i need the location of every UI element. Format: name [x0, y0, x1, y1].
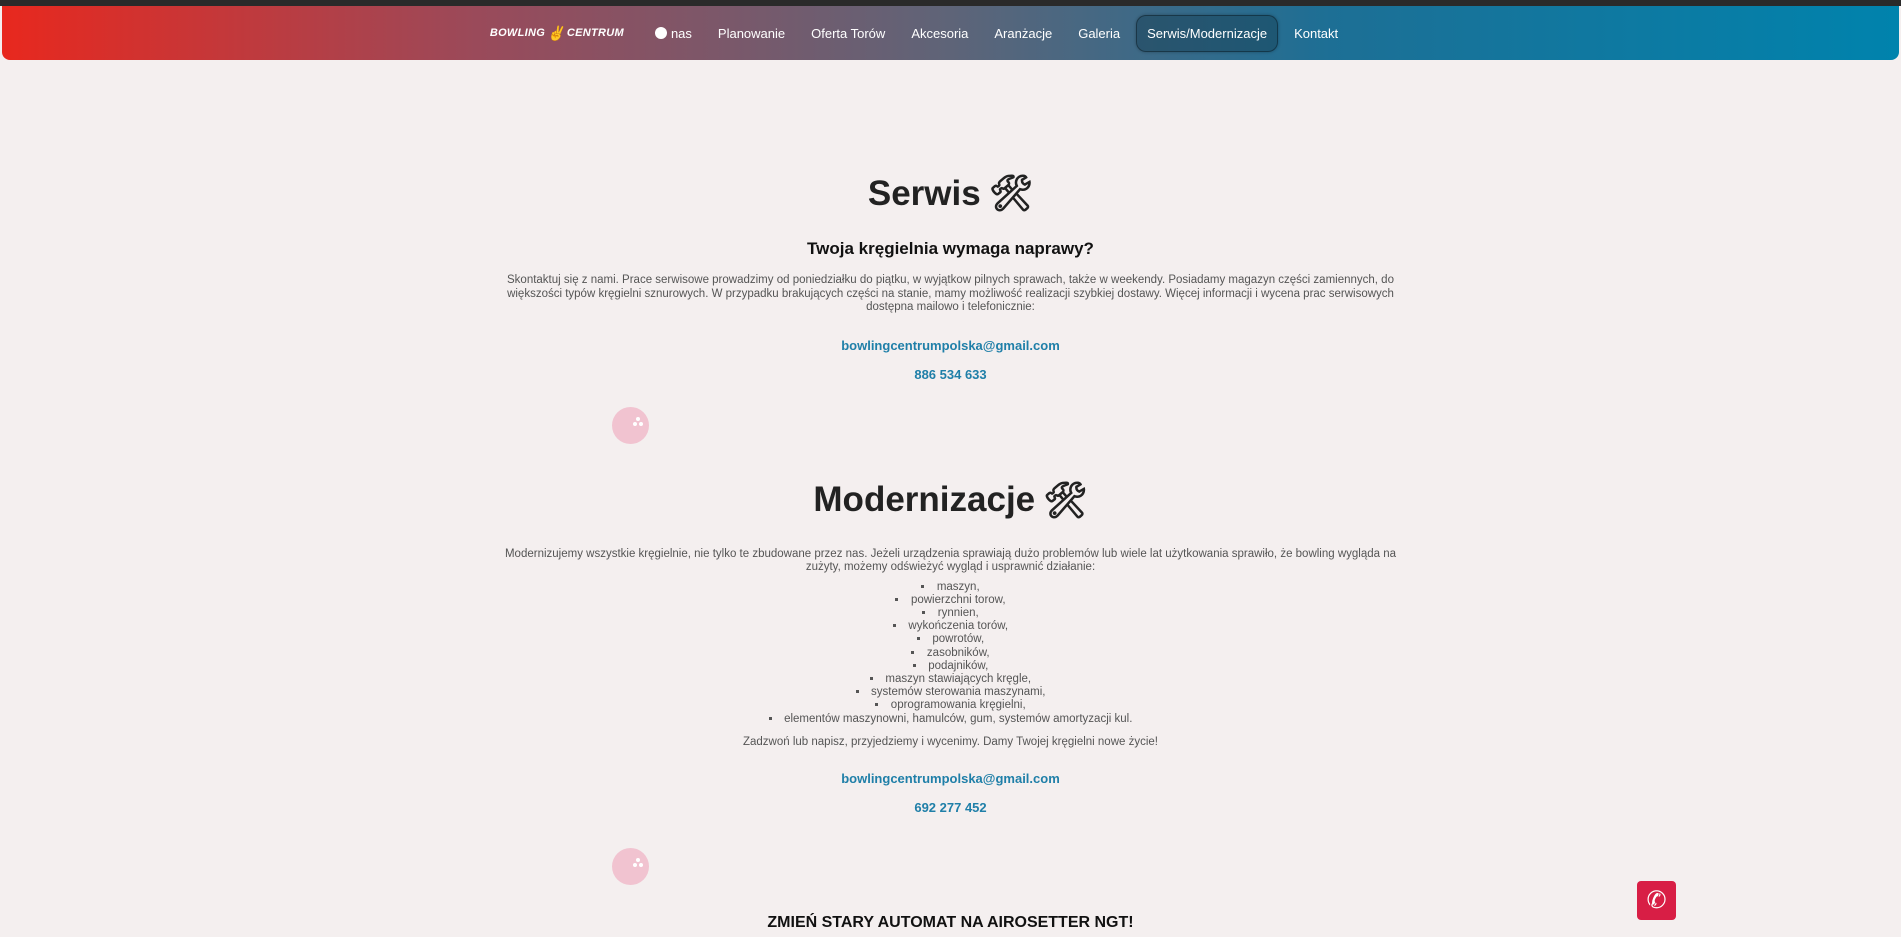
modernizacje-title: Modernizacje	[813, 480, 1036, 519]
modernizacje-text: Modernizujemy wszystkie kręgielnie, nie …	[504, 547, 1397, 574]
serwis-text: Skontaktuj się z nami. Prace serwisowe p…	[507, 274, 1394, 313]
list-item: wykończenia torów,	[501, 620, 1401, 633]
call-button[interactable]: ✆	[1637, 881, 1676, 920]
list-item: powierzchni torow,	[501, 594, 1401, 607]
serwis-section: Serwis 🛠 Twoja kręgielnia wymaga naprawy?…	[501, 173, 1401, 382]
list-item: rynnien,	[501, 607, 1401, 620]
modernizacje-heading: Modernizacje 🛠	[501, 480, 1401, 521]
serwis-title: Serwis	[867, 173, 981, 213]
nav-item-serwis-modernizacje[interactable]: Serwis/Modernizacje	[1136, 14, 1279, 52]
serwis-phone-link[interactable]: 886 534 633	[501, 367, 1401, 382]
list-item: oprogramowania kręgielni,	[501, 699, 1401, 712]
nav-item-kontakt[interactable]: Kontakt	[1284, 16, 1348, 51]
serwis-subtitle: Twoja kręgielnia wymaga naprawy?	[807, 239, 1094, 258]
serwis-email-link[interactable]: bowlingcentrumpolska@gmail.com	[501, 338, 1401, 353]
modernizacje-closing: Zadzwoń lub napisz, przyjedziemy i wycen…	[742, 735, 1158, 748]
modernizacje-list: maszyn, powierzchni torow, rynnien, wyko…	[501, 581, 1401, 726]
modernizacje-phone-link[interactable]: 692 277 452	[501, 800, 1401, 815]
promo-heading: ZMIEŃ STARY AUTOMAT NA AIROSETTER NGT!	[767, 914, 1134, 931]
list-item: zasobników,	[501, 647, 1401, 660]
bowling-ball-icon	[654, 27, 667, 39]
main-nav: BOWLING ✌ CENTRUM nas Planowanie Oferta To…	[2, 6, 1899, 60]
nav-item-galeria[interactable]: Galeria	[1068, 16, 1130, 51]
list-item: maszyn stawiających kręgle,	[501, 673, 1401, 686]
nav-item-o-nas[interactable]: nas	[645, 16, 702, 51]
list-item: podajników,	[501, 660, 1401, 673]
modernizacje-section: Modernizacje 🛠 Modernizujemy wszystkie kr…	[501, 480, 1401, 815]
phone-icon: ✆	[1646, 887, 1667, 914]
bowling-logo-icon: ✌	[547, 24, 565, 41]
nav-item-aranzacje[interactable]: Aranżacje	[984, 16, 1062, 51]
logo-text-left: BOWLING	[489, 27, 546, 39]
nav-item-oferta-torow[interactable]: Oferta Torów	[801, 16, 895, 51]
serwis-heading: Serwis 🛠	[501, 173, 1401, 214]
list-item: maszyn,	[501, 581, 1401, 594]
tools-icon: 🛠	[1043, 480, 1088, 520]
nav-item-akcesoria[interactable]: Akcesoria	[901, 16, 978, 51]
logo-text-right: CENTRUM	[566, 27, 624, 39]
logo[interactable]: BOWLING ✌ CENTRUM	[490, 25, 624, 42]
bowling-ball-decoration-icon	[612, 848, 649, 885]
modernizacje-email-link[interactable]: bowlingcentrumpolska@gmail.com	[501, 771, 1401, 786]
main-content: Serwis 🛠 Twoja kręgielnia wymaga naprawy?…	[501, 173, 1401, 816]
list-item: powrotów,	[501, 633, 1401, 646]
nav-item-planowanie[interactable]: Planowanie	[708, 16, 795, 51]
list-item: elementów maszynowni, hamulców, gum, sys…	[501, 713, 1401, 726]
tools-icon: 🛠	[988, 174, 1034, 213]
list-item: systemów sterowania maszynami,	[501, 686, 1401, 699]
bowling-ball-decoration-icon	[612, 407, 649, 444]
nav-label: nas	[670, 25, 692, 41]
